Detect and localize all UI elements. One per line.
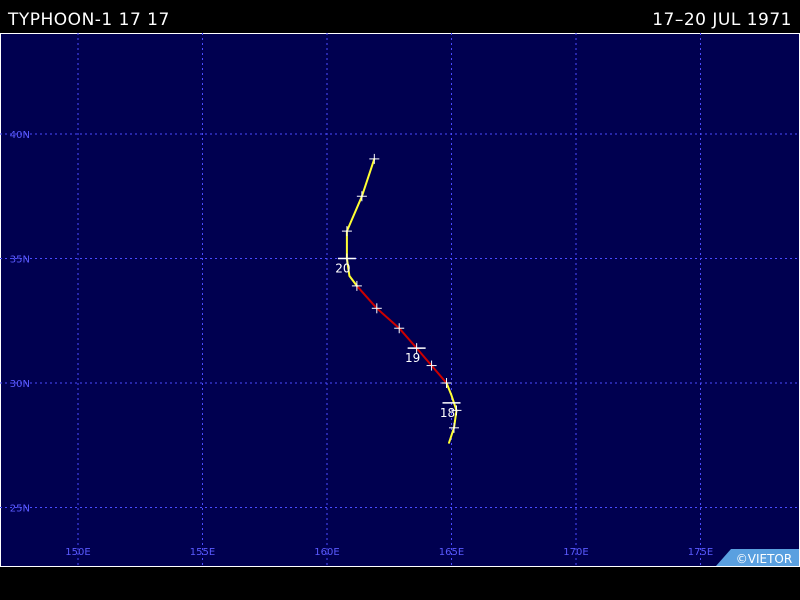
day-label: 18: [440, 406, 455, 420]
lat-label: 35N: [10, 255, 30, 266]
map-background: [0, 33, 800, 567]
lon-label: 160E: [314, 547, 339, 558]
lon-label: 150E: [65, 547, 90, 558]
credit-text: ©VIETOR: [736, 552, 792, 566]
lat-label: 30N: [10, 379, 30, 390]
lon-label: 155E: [190, 547, 215, 558]
storm-name-title: TYPHOON-1 17 17: [8, 10, 170, 30]
day-label: 20: [335, 262, 350, 276]
lon-label: 175E: [688, 547, 713, 558]
date-range-title: 17–20 JUL 1971: [652, 10, 792, 30]
lat-label: 25N: [10, 504, 30, 515]
lon-label: 170E: [563, 547, 588, 558]
lat-label: 40N: [10, 130, 30, 141]
day-label: 19: [405, 351, 420, 365]
track-map: 40N 35N 30N 25N 150E 155E 160E 165E 170E 175E 18 1…: [0, 33, 800, 567]
lon-label: 165E: [439, 547, 464, 558]
